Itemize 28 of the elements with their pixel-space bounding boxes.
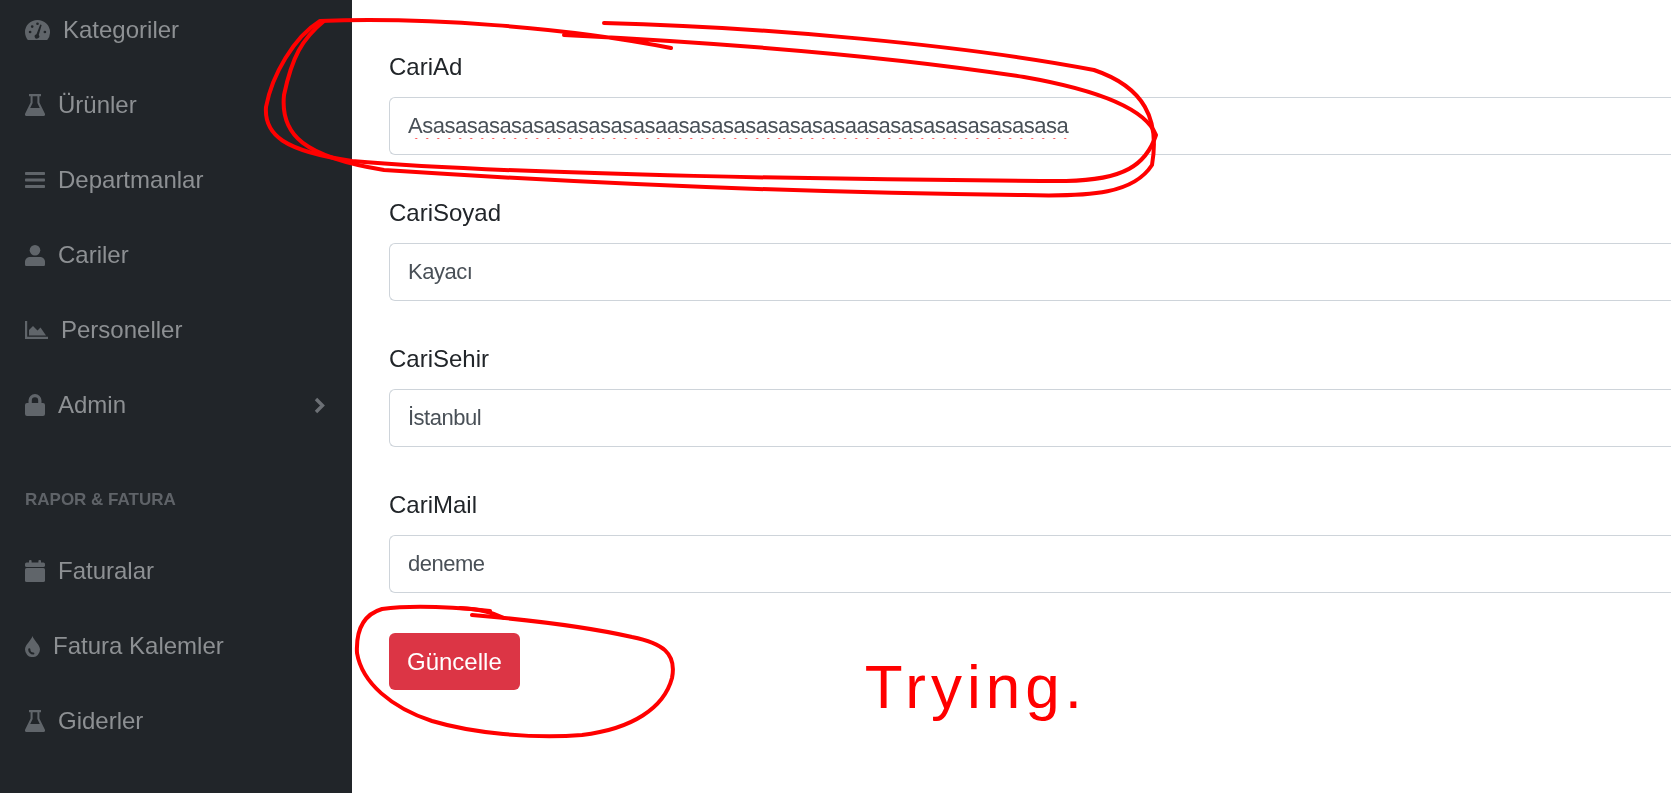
- flask-icon: [25, 94, 45, 116]
- calendar-icon: [25, 560, 45, 582]
- text-field[interactable]: deneme: [389, 535, 1671, 593]
- user-icon: [25, 244, 45, 266]
- field-label: CariMail: [389, 490, 478, 520]
- field-label: CariSehir: [389, 344, 491, 374]
- droplet-icon: [25, 635, 40, 657]
- sidebar-item[interactable]: Cariler: [0, 217, 352, 293]
- sidebar-item[interactable]: Personeller: [0, 292, 352, 368]
- update-button[interactable]: Güncelle: [389, 633, 520, 690]
- lock-icon: [25, 394, 45, 416]
- sidebar-item[interactable]: Fatura Kalemler: [0, 608, 352, 684]
- sidebar-item[interactable]: Faturalar: [0, 533, 352, 609]
- text-field[interactable]: Kayacı: [389, 243, 1671, 301]
- text-field[interactable]: İstanbul: [389, 389, 1671, 447]
- sidebar-item[interactable]: Kategoriler: [0, 0, 352, 68]
- section-heading: RAPOR & FATURA: [24, 488, 177, 511]
- sidebar-item[interactable]: Ürünler: [0, 67, 352, 143]
- sidebar-item[interactable]: Departmanlar: [0, 142, 352, 218]
- text-field[interactable]: Asasasasasasasasasasasaasasasasasasasasaasasasasasasasasasa: [389, 97, 1671, 155]
- flask-icon: [25, 710, 45, 732]
- area-chart-icon: [25, 321, 48, 339]
- field-label: CariSoyad: [389, 198, 503, 228]
- sidebar-item[interactable]: Admin: [0, 367, 352, 443]
- sidebar-item[interactable]: Giderler: [0, 683, 352, 759]
- menu-icon: [25, 172, 45, 188]
- field-label: CariAd: [389, 52, 464, 82]
- gauge-icon: [25, 20, 50, 40]
